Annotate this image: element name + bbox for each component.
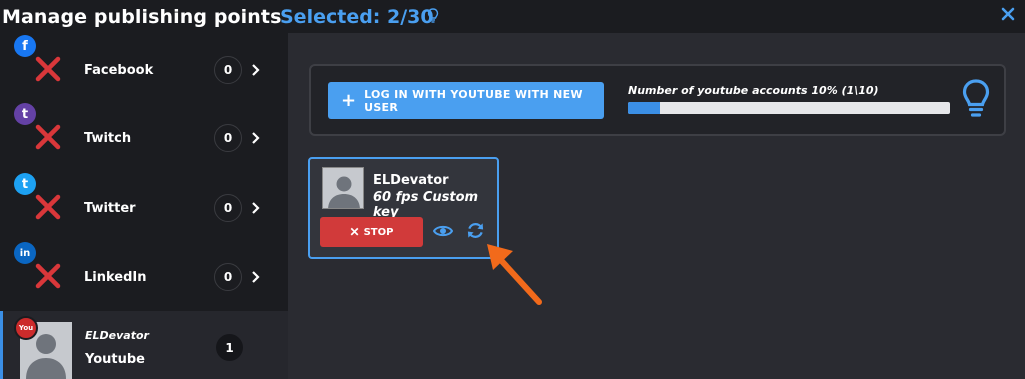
- annotation-arrow-icon: [487, 244, 542, 305]
- avatar: [322, 167, 364, 209]
- sidebar-item-facebook[interactable]: f Facebook 0: [0, 33, 288, 101]
- stream-key-label: 60 fps Custom key: [373, 190, 479, 220]
- main-panel: + LOG IN WITH YOUTUBE WITH NEW USER Numb…: [288, 33, 1025, 379]
- sidebar-item-linkedin[interactable]: in LinkedIn 0: [0, 240, 288, 308]
- chevron-right-icon[interactable]: [251, 270, 261, 284]
- page-title: Manage publishing points: [2, 6, 282, 28]
- close-icon[interactable]: [1001, 7, 1015, 21]
- account-card[interactable]: ELDevator 60 fps Custom key ✕ STOP: [308, 157, 499, 259]
- count-badge: 1: [216, 334, 243, 361]
- close-icon: ✕: [349, 225, 360, 239]
- disconnected-x-icon: [35, 124, 61, 150]
- twitter-icon: t: [14, 173, 36, 195]
- header-bar: Manage publishing points Selected: 2/30: [0, 0, 1025, 33]
- chevron-right-icon[interactable]: [251, 131, 261, 145]
- twitch-icon: t: [14, 103, 36, 125]
- disconnected-x-icon: [35, 263, 61, 289]
- sidebar-item-label: Twitch: [84, 131, 132, 146]
- sidebar-item-twitch[interactable]: t Twitch 0: [0, 101, 288, 169]
- count-badge: 0: [214, 124, 242, 152]
- login-youtube-button[interactable]: + LOG IN WITH YOUTUBE WITH NEW USER: [328, 82, 604, 119]
- sidebar-item-label: Facebook: [84, 63, 154, 78]
- stop-button-label: STOP: [363, 226, 394, 238]
- account-panel: + LOG IN WITH YOUTUBE WITH NEW USER Numb…: [309, 64, 1006, 136]
- sidebar-item-twitter[interactable]: t Twitter 0: [0, 171, 288, 239]
- account-name: ELDevator: [373, 173, 449, 188]
- chevron-right-icon[interactable]: [251, 201, 261, 215]
- stop-button[interactable]: ✕ STOP: [320, 217, 423, 247]
- login-button-label: LOG IN WITH YOUTUBE WITH NEW USER: [364, 87, 583, 114]
- disconnected-x-icon: [35, 56, 61, 82]
- refresh-icon[interactable]: [466, 221, 485, 240]
- lightbulb-icon[interactable]: [427, 8, 439, 24]
- facebook-icon: f: [14, 35, 36, 57]
- plus-icon: +: [341, 90, 357, 111]
- progress-fill: [628, 102, 661, 114]
- count-badge: 0: [214, 56, 242, 84]
- youtube-account-name: ELDevator: [85, 329, 149, 342]
- disconnected-x-icon: [35, 194, 61, 220]
- sidebar-item-label: Youtube: [85, 352, 145, 367]
- sidebar-item-label: Twitter: [84, 201, 136, 216]
- youtube-icon: You: [14, 316, 38, 340]
- chevron-right-icon[interactable]: [251, 63, 261, 77]
- accounts-count-label: Number of youtube accounts 10% (1\10): [628, 84, 879, 97]
- accounts-progress-bar: [628, 102, 950, 114]
- count-badge: 0: [214, 194, 242, 222]
- lightbulb-icon[interactable]: [961, 78, 991, 120]
- linkedin-icon: in: [14, 242, 36, 264]
- selected-count: Selected: 2/30: [280, 6, 434, 28]
- sidebar-item-label: LinkedIn: [84, 270, 147, 285]
- count-badge: 0: [214, 263, 242, 291]
- eye-icon[interactable]: [433, 223, 453, 239]
